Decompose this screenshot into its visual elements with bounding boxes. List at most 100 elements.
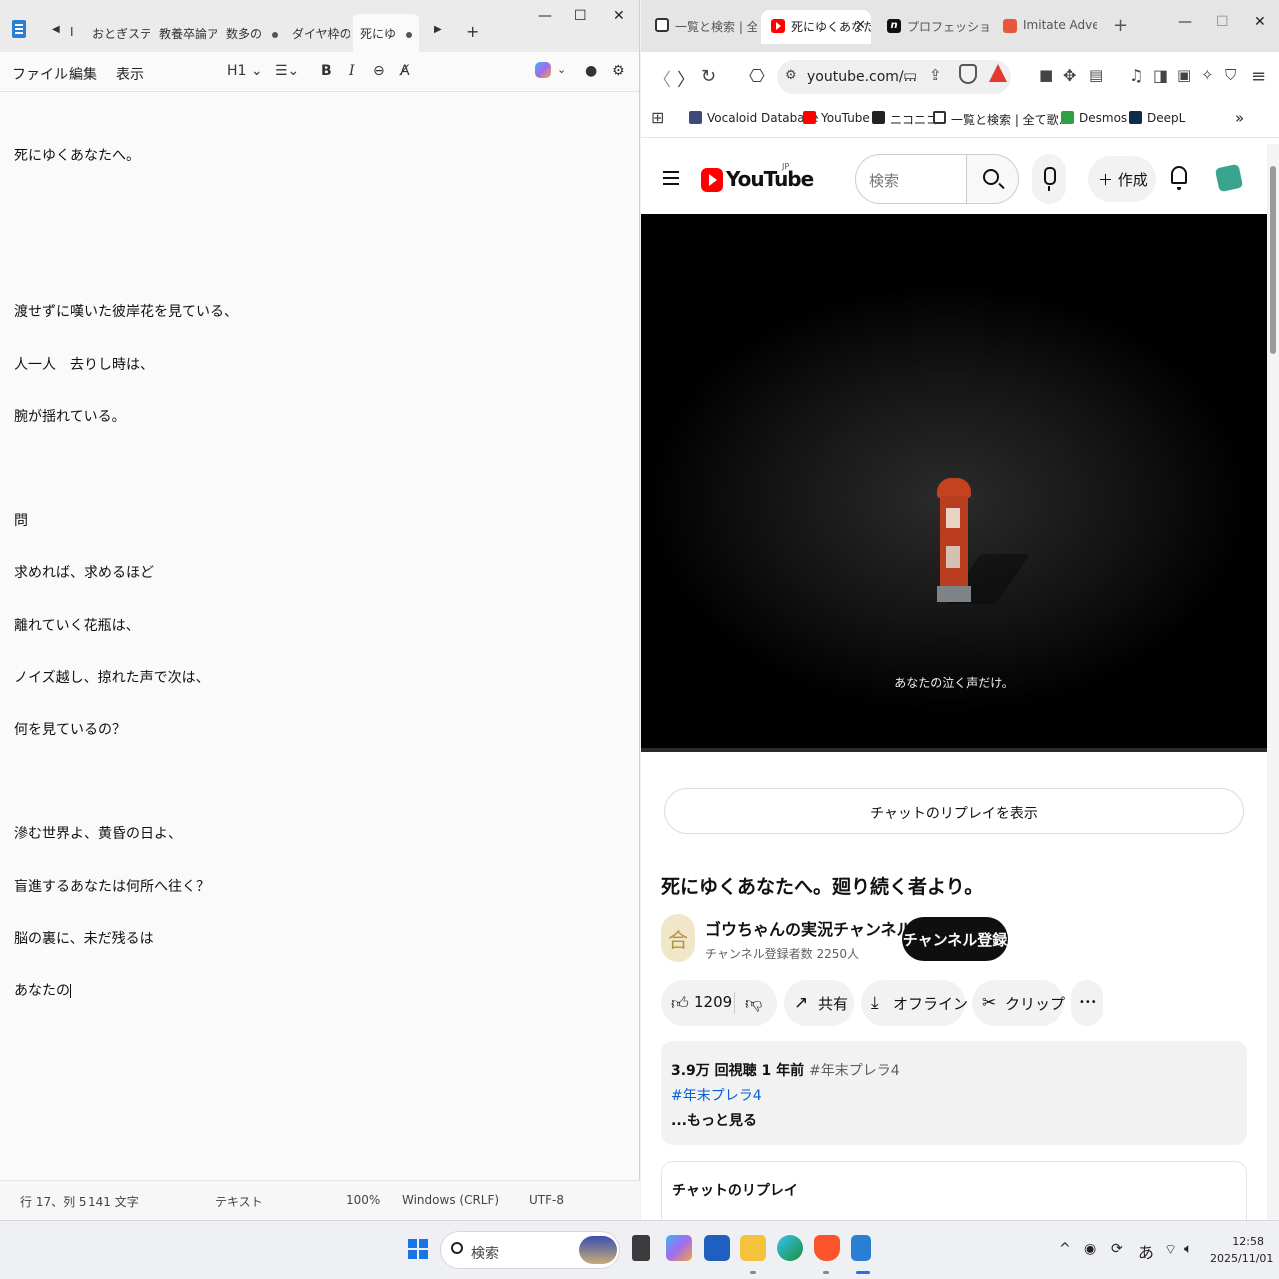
tab-scroll-right-icon[interactable]: ▶: [434, 24, 442, 35]
reader-icon[interactable]: ▤: [1089, 66, 1103, 84]
account-icon[interactable]: ●: [585, 63, 597, 79]
notepad-tab[interactable]: おとぎステップ: [92, 14, 150, 52]
new-tab-button[interactable]: +: [466, 22, 479, 41]
more-bookmarks-icon[interactable]: »: [1235, 109, 1244, 127]
italic-button[interactable]: I: [349, 63, 355, 79]
offline-download-button[interactable]: ⤓ オフライン: [861, 980, 968, 1026]
brave-shield-icon[interactable]: [959, 64, 977, 84]
list-dropdown-icon[interactable]: ☰⌄: [275, 63, 299, 79]
tab-scroll-left-icon[interactable]: ◀: [52, 24, 60, 35]
clock[interactable]: 12:58 2025/11/01: [1210, 1233, 1273, 1267]
sync-icon[interactable]: ⟳: [1111, 1241, 1123, 1257]
youtube-logo-icon[interactable]: [701, 168, 723, 192]
menu-view[interactable]: 表示: [116, 64, 144, 84]
reload-icon[interactable]: ↻: [701, 66, 716, 87]
windows-start-icon[interactable]: [408, 1239, 428, 1259]
site-settings-icon[interactable]: ⚙: [785, 68, 797, 83]
notifications-bell-icon[interactable]: [1171, 166, 1187, 190]
show-more-link[interactable]: ...もっと見る: [671, 1110, 757, 1130]
bookmark-niconico[interactable]: ニコニコ: [872, 111, 938, 128]
cast-icon[interactable]: ▭: [903, 66, 917, 84]
extensions-puzzle-icon[interactable]: ✥: [1063, 66, 1076, 85]
bookmark-desmos[interactable]: Desmos: [1061, 111, 1127, 125]
thumbs-up-icon[interactable]: 👍︎: [671, 993, 689, 1014]
copilot-icon[interactable]: [666, 1235, 692, 1261]
encoding[interactable]: UTF-8: [529, 1193, 564, 1207]
maximize-button[interactable]: ☐: [1216, 14, 1229, 30]
bookmark-list-search[interactable]: 一覧と検索 | 全て歌...: [933, 111, 1070, 128]
bookmark-vocadb[interactable]: Vocaloid Database: [689, 111, 818, 125]
channel-avatar[interactable]: 合: [661, 914, 695, 962]
minimize-button[interactable]: —: [538, 8, 552, 24]
browser-tab[interactable]: 一覧と検索 | 全て: [645, 10, 757, 44]
text-format[interactable]: テキスト: [215, 1193, 263, 1210]
volume-icon[interactable]: 🔈︎: [1184, 1241, 1192, 1257]
hamburger-menu-icon[interactable]: [663, 171, 679, 173]
minimize-button[interactable]: —: [1178, 14, 1192, 30]
menu-edit[interactable]: 編集: [69, 64, 97, 84]
youtube-search-input[interactable]: 検索: [855, 154, 967, 204]
subscribe-button[interactable]: チャンネル登録: [902, 917, 1008, 961]
bookmark-deepl[interactable]: DeepL: [1129, 111, 1185, 125]
heading-dropdown[interactable]: H1 ⌄: [227, 63, 263, 79]
notepad-tab[interactable]: 教養卒論アウ: [159, 14, 217, 52]
bookmark-icon[interactable]: ⎔: [749, 66, 765, 87]
brave-browser-icon[interactable]: [814, 1235, 840, 1261]
wifi-icon[interactable]: ⌔: [1164, 1241, 1177, 1259]
menu-icon[interactable]: ≡: [1251, 66, 1266, 87]
line-ending[interactable]: Windows (CRLF): [402, 1193, 499, 1207]
leo-ai-icon[interactable]: ✧: [1201, 66, 1214, 84]
page-scrollbar-thumb[interactable]: [1270, 166, 1276, 354]
close-button[interactable]: ✕: [613, 8, 625, 24]
notepad-text-area[interactable]: 死にゆくあなたへ。 渡せずに嘆いた彼岸花を見ている、 人一人 去りし時は、 腕が…: [14, 113, 238, 1035]
notepad-tab[interactable]: 数多の: [226, 14, 286, 52]
notepad-tab[interactable]: I: [70, 14, 84, 52]
copilot-icon[interactable]: [535, 62, 551, 78]
close-tab-icon[interactable]: ✕: [855, 18, 866, 33]
bold-button[interactable]: B: [321, 63, 332, 79]
store-icon[interactable]: [704, 1235, 730, 1261]
share-icon[interactable]: ⇪: [929, 66, 942, 84]
clip-button[interactable]: ✂ クリップ: [972, 980, 1065, 1026]
show-hidden-icons-chevron[interactable]: ^: [1059, 1241, 1071, 1257]
settings-gear-icon[interactable]: ⚙: [612, 63, 625, 79]
youtube-search-button[interactable]: [967, 154, 1019, 204]
clear-format-icon[interactable]: A̸: [400, 63, 410, 79]
thumbs-down-icon[interactable]: 👎︎: [745, 993, 762, 1014]
new-tab-button[interactable]: +: [1113, 15, 1128, 36]
create-button[interactable]: ＋ 作成: [1088, 156, 1156, 202]
copilot-dropdown-icon[interactable]: ⌄: [557, 63, 566, 76]
apps-grid-icon[interactable]: ⊞: [651, 108, 664, 127]
show-chat-replay-button[interactable]: チャットのリプレイを表示: [664, 788, 1244, 834]
video-description[interactable]: 3.9万 回視聴 1 年前 #年末プレラ4 #年末プレラ4 ...もっと見る: [661, 1041, 1247, 1145]
menu-file[interactable]: ファイル: [12, 64, 68, 84]
taskbar-search[interactable]: 検索: [440, 1231, 620, 1269]
share-button[interactable]: ↗ 共有: [784, 980, 854, 1026]
maximize-button[interactable]: ☐: [574, 8, 587, 24]
channel-name[interactable]: ゴウちゃんの実況チャンネル!: [705, 916, 920, 940]
video-progress-bar[interactable]: [641, 748, 1267, 752]
file-explorer-icon[interactable]: [740, 1235, 766, 1261]
hashtag-link[interactable]: #年末プレラ4: [671, 1085, 762, 1105]
music-icon[interactable]: ♫: [1129, 66, 1143, 85]
wallet-icon[interactable]: ▣: [1177, 66, 1191, 84]
notepad-taskbar-icon[interactable]: [851, 1235, 871, 1261]
bookmark-youtube[interactable]: YouTube: [803, 111, 870, 125]
voice-search-mic-icon[interactable]: [1032, 154, 1066, 204]
like-count[interactable]: 1209: [694, 993, 732, 1011]
sidebar-icon[interactable]: ◨: [1153, 66, 1168, 85]
edge-icon[interactable]: [777, 1235, 803, 1261]
browser-tab[interactable]: Imitate Advent C: [993, 10, 1097, 44]
notepad-tab[interactable]: ダイヤ枠のBPM: [292, 14, 350, 52]
vpn-shield-icon[interactable]: ⛉: [1225, 66, 1236, 84]
browser-tab[interactable]: nプロフェッショナル オ: [877, 10, 989, 44]
link-icon[interactable]: ⊖: [373, 63, 385, 79]
more-actions-button[interactable]: •••: [1071, 980, 1103, 1026]
user-avatar[interactable]: [1214, 163, 1244, 193]
youtube-wordmark[interactable]: YouTube: [726, 167, 814, 191]
task-view-icon[interactable]: [632, 1235, 650, 1261]
notepad-tab-active[interactable]: 死にゆ: [353, 14, 419, 52]
forward-icon[interactable]: 〉: [677, 66, 695, 92]
video-player[interactable]: あなたの泣く声だけ。: [641, 214, 1267, 752]
close-button[interactable]: ✕: [1254, 14, 1266, 30]
